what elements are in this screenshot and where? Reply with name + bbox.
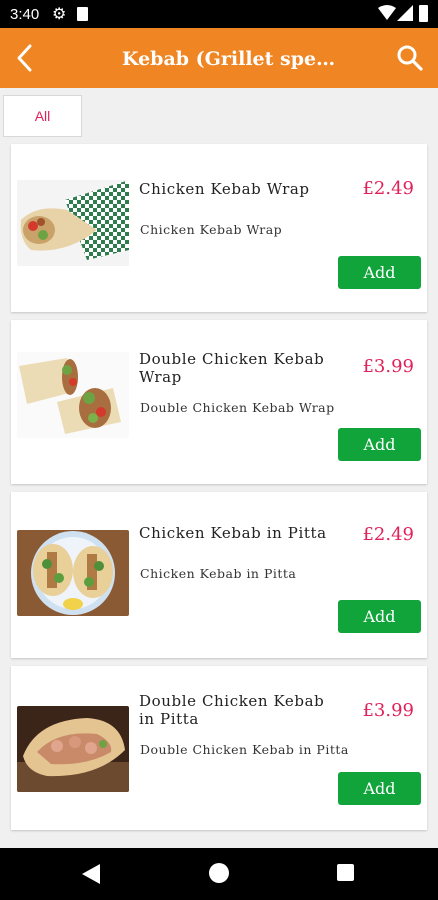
add-button[interactable]: Add [338,600,421,633]
category-tabs: All [0,88,438,144]
menu-item-card[interactable]: Double Chicken Kebab in Pitta Double Chi… [11,666,427,830]
item-description: Double Chicken Kebab in Pitta [140,742,349,757]
item-image [17,706,129,792]
item-name: Double Chicken Kebab Wrap [139,350,325,386]
gear-icon: ⚙ [52,6,67,23]
item-name: Double Chicken Kebab in Pitta [139,692,325,728]
item-image [17,180,129,266]
item-name: Chicken Kebab Wrap [139,180,310,198]
item-description: Double Chicken Kebab Wrap [140,400,335,415]
nav-recents-icon[interactable] [337,864,354,881]
menu-item-card[interactable]: Chicken Kebab Wrap Chicken Kebab Wrap £2… [11,144,427,312]
status-time: 3:40 [10,6,40,23]
add-button[interactable]: Add [338,772,421,805]
sd-card-icon [77,7,88,21]
item-image [17,352,129,438]
status-bar: 3:40 ⚙ [0,0,438,28]
item-price: £3.99 [362,356,414,377]
chevron-left-icon [17,44,32,72]
item-price: £2.49 [362,178,414,199]
menu-item-card[interactable]: Chicken Kebab in Pitta Chicken Kebab in … [11,492,427,658]
battery-icon [419,5,428,22]
item-price: £2.49 [362,524,414,545]
search-icon [397,45,423,71]
cell-signal-icon [397,5,413,21]
page-title: Kebab (Grillet speci... [122,48,344,70]
nav-home-icon[interactable] [209,863,229,883]
add-button[interactable]: Add [338,256,421,289]
app-bar: Kebab (Grillet speci... [0,28,438,88]
add-button[interactable]: Add [338,428,421,461]
item-description: Chicken Kebab in Pitta [140,566,297,581]
item-image [17,530,129,616]
menu-item-card[interactable]: Double Chicken Kebab Wrap Double Chicken… [11,320,427,484]
item-price: £3.99 [362,700,414,721]
nav-back-icon[interactable] [82,864,100,884]
search-button[interactable] [396,44,424,72]
item-description: Chicken Kebab Wrap [140,222,283,237]
wifi-icon [378,5,396,20]
back-button[interactable] [12,42,42,74]
item-name: Chicken Kebab in Pitta [139,524,327,542]
tab-all[interactable]: All [3,95,82,137]
system-nav-bar [0,848,438,900]
